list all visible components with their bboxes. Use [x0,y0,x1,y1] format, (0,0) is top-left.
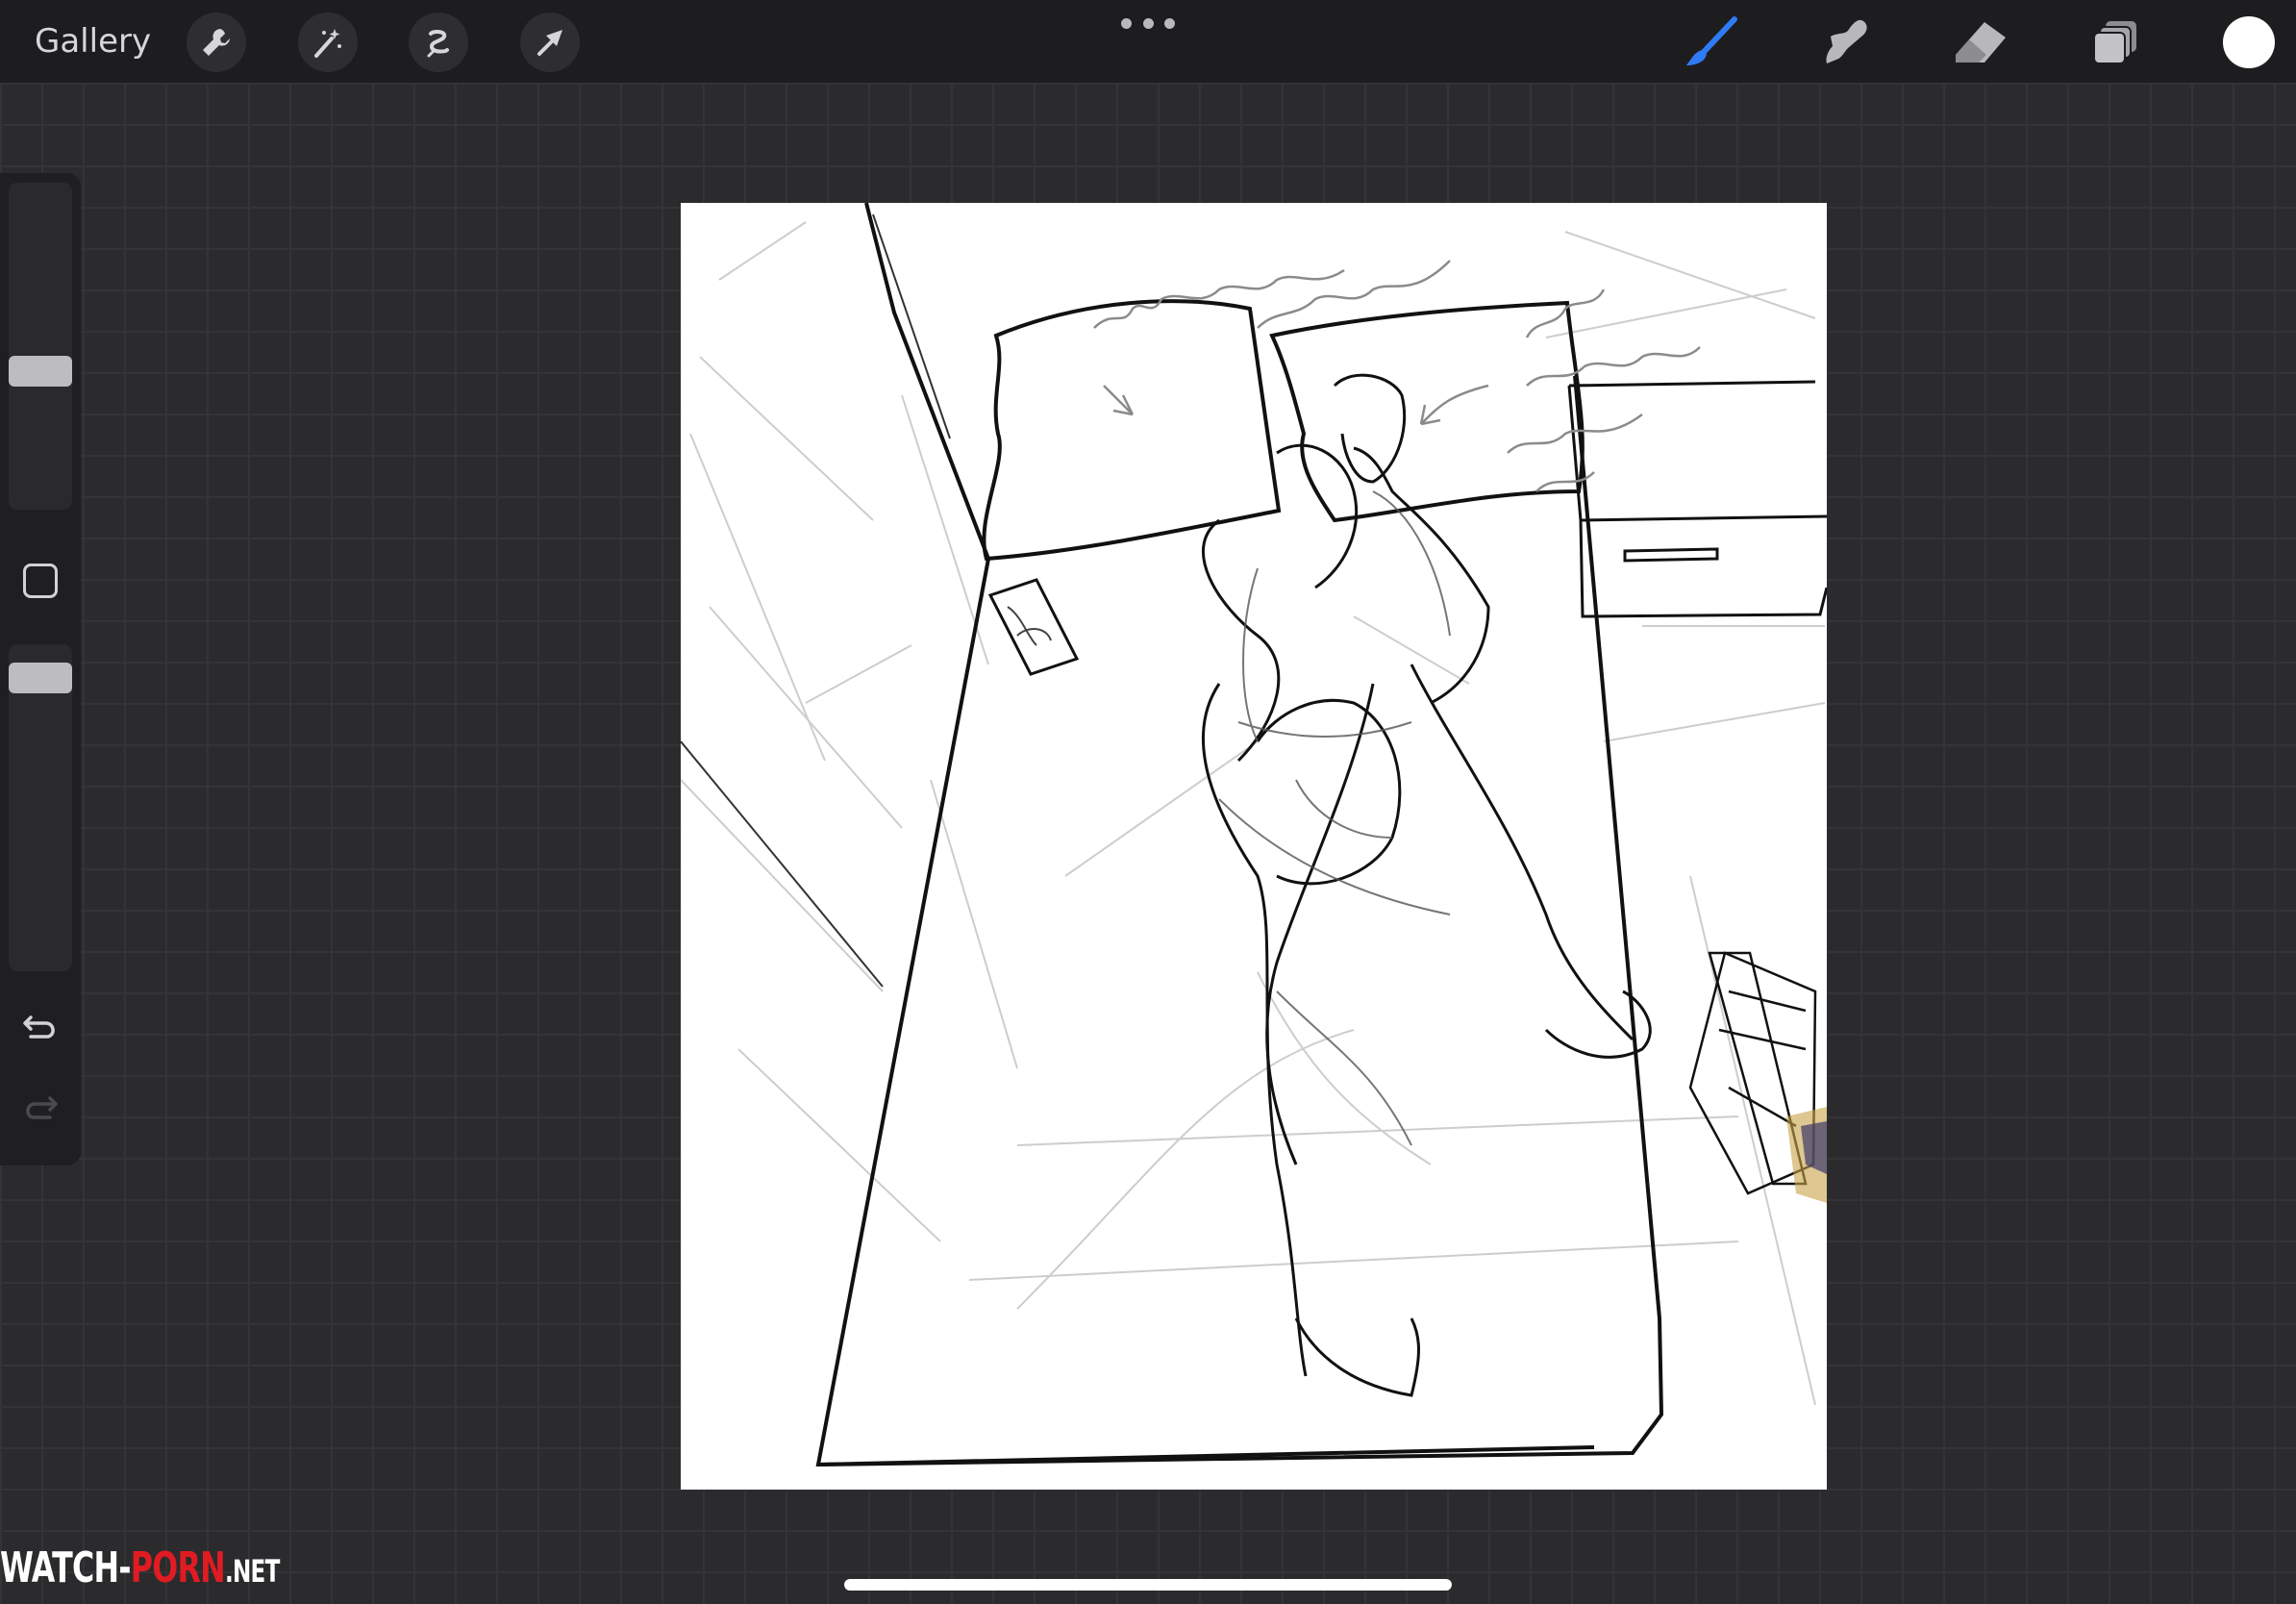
arrow-cursor-icon [537,30,562,56]
top-toolbar: Gallery [0,0,2296,83]
modify-button[interactable] [23,564,58,598]
watermark: WATCH-PORN.NET [0,1544,280,1592]
brush-tool-button[interactable] [1681,13,1742,71]
gallery-button[interactable]: Gallery [35,21,151,62]
magic-wand-icon [314,29,341,58]
undo-button[interactable] [19,1008,62,1046]
redo-arrow-icon [26,1096,58,1119]
home-indicator[interactable] [844,1579,1452,1591]
ellipsis-icon [1121,17,1132,29]
transform-button[interactable] [520,13,580,72]
undo-arrow-icon [23,1015,55,1039]
adjustments-button[interactable] [298,13,358,72]
smudge-tool-button[interactable] [1815,13,1877,71]
watermark-part1: WATCH- [0,1543,132,1592]
smudge-finger-icon [1826,19,1867,63]
actions-button[interactable] [187,13,246,72]
drawing-canvas[interactable] [681,203,1827,1490]
selection-s-icon [427,30,449,58]
brush-icon [1686,16,1737,65]
layers-button[interactable] [2084,13,2146,71]
selection-button[interactable] [409,13,468,72]
opacity-slider[interactable] [9,644,72,971]
watermark-part2: PORN [130,1543,226,1592]
left-sidebar [0,173,81,1165]
more-options-button[interactable] [1121,13,1175,33]
brush-size-slider-thumb[interactable] [9,356,72,387]
eraser-icon [1956,22,2006,63]
color-picker-swatch[interactable] [2223,16,2275,68]
eraser-tool-button[interactable] [1950,13,2011,71]
wrench-icon [203,29,230,56]
layers-icon [2093,21,2136,64]
brush-size-slider[interactable] [9,183,72,510]
redo-button[interactable] [19,1089,62,1127]
opacity-slider-thumb[interactable] [9,663,72,693]
watermark-part3: .NET [224,1553,280,1590]
sketch-artwork [681,203,1827,1467]
